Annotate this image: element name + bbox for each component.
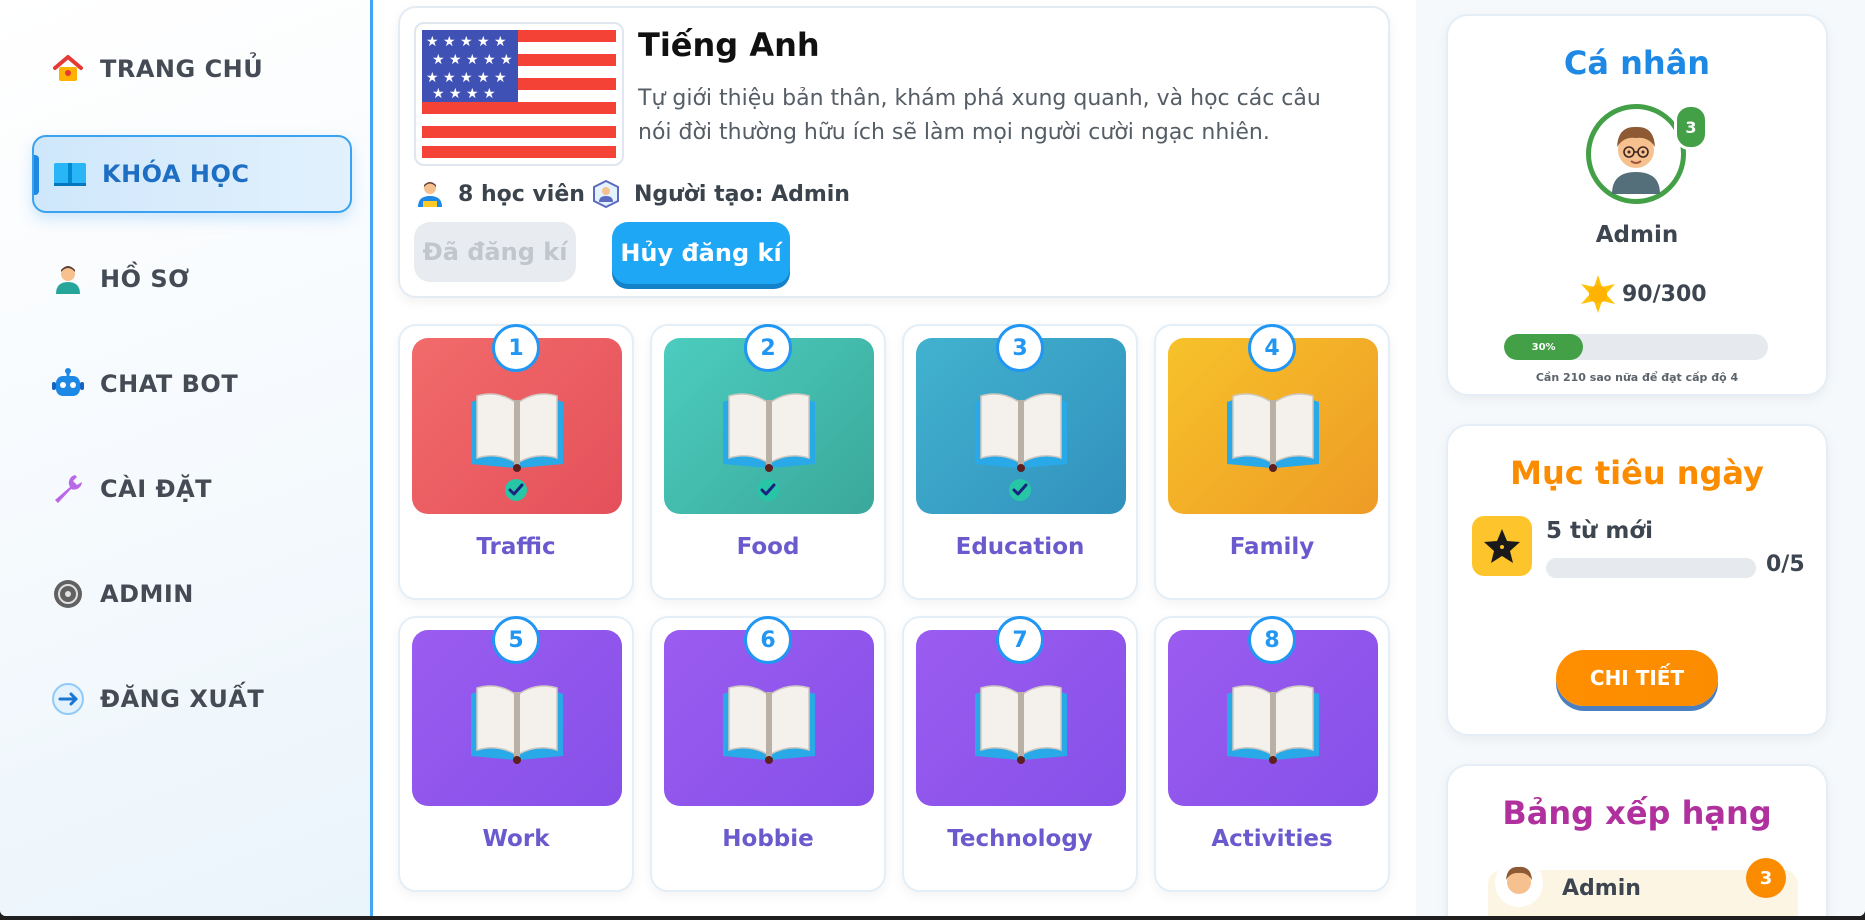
sidebar-item-profile[interactable]: HỒ SƠ [32, 240, 352, 318]
lesson-name: Activities [1211, 826, 1333, 852]
lesson-card[interactable]: 2 Food [650, 324, 886, 600]
rank-level-badge: 3 [1746, 858, 1786, 898]
student-icon [414, 178, 446, 210]
completed-check-icon [1008, 478, 1032, 502]
cancel-registration-button[interactable]: Hủy đăng kí [612, 222, 790, 284]
registered-button[interactable]: Đã đăng kí [414, 222, 576, 282]
svg-text:★ ★ ★ ★: ★ ★ ★ ★ [432, 86, 496, 102]
sidebar-item-chatbot[interactable]: CHAT BOT [32, 345, 352, 423]
daily-goal-title: Mục tiêu ngày [1510, 454, 1764, 492]
goal-count: 0/5 [1766, 552, 1805, 577]
goal-label: 5 từ mới [1546, 518, 1654, 544]
book-icon [52, 156, 88, 192]
lesson-card[interactable]: 4 Family [1154, 324, 1390, 600]
star-icon [1472, 516, 1532, 576]
right-panel: Cá nhân 3 Admin 90/300 30% Cần 210 sao n… [1416, 0, 1865, 916]
robot-icon [50, 366, 86, 402]
daily-goal-card: Mục tiêu ngày 5 từ mới 0/5 CHI TIẾT [1446, 424, 1828, 736]
sidebar-item-logout[interactable]: ĐĂNG XUẤT [32, 660, 352, 738]
sidebar-item-label: TRANG CHỦ [100, 55, 264, 83]
lesson-card[interactable]: 1 Traffic [398, 324, 634, 600]
open-book-icon [971, 388, 1071, 472]
lesson-name: Traffic [476, 534, 556, 560]
open-book-icon [1223, 388, 1323, 472]
lesson-number-badge: 6 [744, 616, 792, 664]
lesson-name: Hobbie [722, 826, 814, 852]
lesson-number-badge: 1 [492, 324, 540, 372]
level-badge: 3 [1674, 104, 1708, 150]
wrench-icon [50, 471, 86, 507]
sun-icon [1578, 274, 1618, 314]
course-creator: Người tạo: Admin [590, 178, 850, 210]
profile-icon [50, 261, 86, 297]
svg-text:★ ★ ★ ★ ★: ★ ★ ★ ★ ★ [426, 34, 507, 50]
open-book-icon [719, 680, 819, 764]
course-description: Tự giới thiệu bản thân, khám phá xung qu… [638, 86, 1321, 145]
open-book-icon [719, 388, 819, 472]
lesson-card[interactable]: 6 Hobbie [650, 616, 886, 892]
sidebar-item-label: CÀI ĐẶT [100, 475, 213, 503]
home-icon [50, 51, 86, 87]
detail-button[interactable]: CHI TIẾT [1556, 650, 1718, 706]
sidebar-item-label: ADMIN [100, 580, 194, 608]
lesson-number-badge: 2 [744, 324, 792, 372]
main-content: ★ ★ ★ ★ ★ ★ ★ ★ ★ ★ ★ ★ ★ ★ ★ ★ ★ ★ ★ Ti… [376, 0, 1416, 916]
app-window: TRANG CHỦ KHÓA HỌC HỒ SƠ CHAT BOT CÀI ĐẶ… [0, 0, 1865, 916]
xp-progress-bar: 30% [1504, 334, 1768, 360]
leaderboard-card: Bảng xếp hạng Admin 3 [1446, 764, 1828, 916]
course-title: Tiếng Anh [638, 26, 820, 64]
open-book-icon [971, 680, 1071, 764]
sidebar-item-admin[interactable]: ADMIN [32, 555, 352, 633]
avatar[interactable] [1586, 104, 1686, 204]
username: Admin [1595, 222, 1679, 248]
open-book-icon [1223, 680, 1323, 764]
sidebar-item-label: CHAT BOT [100, 370, 239, 398]
lesson-card[interactable]: 7 Technology [902, 616, 1138, 892]
lesson-card[interactable]: 3 Education [902, 324, 1138, 600]
profile-card: Cá nhân 3 Admin 90/300 30% Cần 210 sao n… [1446, 14, 1828, 396]
us-flag-image: ★ ★ ★ ★ ★ ★ ★ ★ ★ ★ ★ ★ ★ ★ ★ ★ ★ ★ ★ [414, 22, 624, 166]
lesson-number-badge: 4 [1248, 324, 1296, 372]
sidebar-item-label: ĐĂNG XUẤT [100, 685, 265, 713]
svg-text:★ ★ ★ ★ ★: ★ ★ ★ ★ ★ [426, 70, 507, 86]
lesson-card[interactable]: 8 Activities [1154, 616, 1390, 892]
leaderboard-name: Admin [1562, 876, 1641, 901]
lesson-name: Education [955, 534, 1085, 560]
xp-note: Cần 210 sao nữa để đạt cấp độ 4 [1535, 371, 1739, 384]
lesson-number-badge: 3 [996, 324, 1044, 372]
lesson-name: Technology [947, 826, 1093, 852]
admin-icon [50, 576, 86, 612]
open-book-icon [467, 388, 567, 472]
creator-icon [590, 178, 622, 210]
star-count: 90/300 [1578, 274, 1707, 314]
sidebar-item-settings[interactable]: CÀI ĐẶT [32, 450, 352, 528]
completed-check-icon [756, 478, 780, 502]
sidebar-item-label: KHÓA HỌC [102, 160, 250, 188]
course-header-card: ★ ★ ★ ★ ★ ★ ★ ★ ★ ★ ★ ★ ★ ★ ★ ★ ★ ★ ★ Ti… [398, 6, 1390, 298]
completed-check-icon [504, 478, 528, 502]
lesson-number-badge: 5 [492, 616, 540, 664]
svg-text:★ ★ ★ ★ ★: ★ ★ ★ ★ ★ [432, 52, 513, 68]
logout-icon [50, 681, 86, 717]
lesson-number-badge: 8 [1248, 616, 1296, 664]
sidebar-item-home[interactable]: TRANG CHỦ [32, 30, 352, 108]
student-count: 8 học viên [414, 178, 585, 210]
lesson-name: Family [1229, 534, 1315, 560]
profile-title: Cá nhân [1563, 44, 1711, 82]
lesson-name: Work [482, 826, 550, 852]
lesson-card[interactable]: 5 Work [398, 616, 634, 892]
sidebar-item-courses[interactable]: KHÓA HỌC [32, 135, 352, 213]
goal-progress-bar [1546, 558, 1756, 578]
sidebar: TRANG CHỦ KHÓA HỌC HỒ SƠ CHAT BOT CÀI ĐẶ… [0, 0, 373, 916]
open-book-icon [467, 680, 567, 764]
leaderboard-row[interactable]: Admin 3 [1488, 858, 1798, 916]
avatar [1494, 858, 1544, 912]
lesson-number-badge: 7 [996, 616, 1044, 664]
lesson-name: Food [736, 534, 800, 560]
sidebar-item-label: HỒ SƠ [100, 265, 190, 293]
xp-progress-fill: 30% [1504, 334, 1584, 360]
leaderboard-title: Bảng xếp hạng [1502, 794, 1772, 832]
